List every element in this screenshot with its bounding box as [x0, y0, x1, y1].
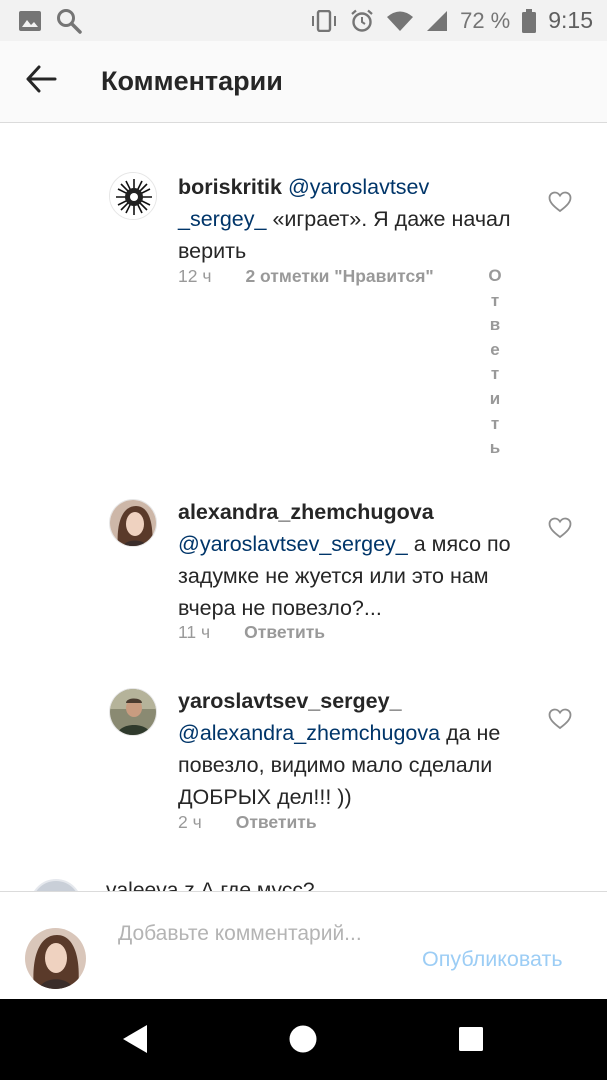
signal-icon	[426, 10, 448, 32]
comment-username[interactable]: yaroslavtsev_sergey_	[178, 689, 402, 713]
comment-meta: 2 ч Ответить	[178, 812, 317, 833]
comment-mention[interactable]: @alexandra_zhemchugova	[178, 721, 440, 745]
status-time: 9:15	[548, 7, 593, 33]
image-icon	[18, 10, 42, 32]
wifi-icon	[386, 10, 414, 32]
comment-time: 12 ч	[178, 266, 212, 286]
search-icon	[56, 8, 82, 34]
avatar[interactable]	[109, 688, 157, 736]
comment-time: 2 ч	[178, 812, 202, 832]
page-title: Комментарии	[101, 66, 283, 96]
status-right: 72 % 9:15	[310, 7, 593, 34]
recents-square-icon[interactable]	[451, 1019, 491, 1059]
comment-mention-cont[interactable]: _sergey_	[178, 207, 266, 231]
comment-username[interactable]: alexandra_zhemchugova	[178, 500, 434, 524]
battery-icon	[522, 8, 537, 33]
home-circle-icon[interactable]	[283, 1019, 323, 1059]
arrow-left-icon	[25, 65, 57, 98]
like-heart-icon[interactable]	[548, 191, 572, 213]
reply-button[interactable]: Ответить	[236, 812, 317, 833]
vibrate-icon	[310, 9, 338, 32]
avatar[interactable]	[109, 499, 157, 547]
back-button[interactable]	[0, 41, 82, 123]
alarm-icon	[350, 9, 374, 33]
reply-button[interactable]: Ответить	[244, 622, 325, 643]
likes-count-link[interactable]: 2 отметки "Нравится"	[245, 266, 433, 287]
post-button[interactable]: Опубликовать	[422, 947, 563, 972]
comment-mention[interactable]: @yaroslavtsev	[288, 175, 429, 199]
comment-text-partial: valeeva.z А где мусс?	[106, 879, 315, 891]
reply-button[interactable]: Ответить	[488, 264, 502, 461]
my-avatar	[25, 928, 86, 989]
status-left	[18, 8, 82, 34]
battery-text: 72 %	[460, 7, 511, 33]
comment-meta: 12 ч 2 отметки "Нравится"	[178, 266, 434, 287]
comment-mention[interactable]: @yaroslavtsev_sergey_	[178, 532, 408, 556]
like-heart-icon[interactable]	[548, 708, 572, 730]
comment-text: alexandra_zhemchugova @yaroslavtsev_serg…	[178, 496, 523, 624]
comment-username[interactable]: boriskritik	[178, 175, 282, 199]
comment-input[interactable]: Добавьте комментарий...	[118, 919, 408, 979]
avatar[interactable]	[30, 879, 82, 891]
comment-text: boriskritik @yaroslavtsev _sergey_ «игра…	[178, 171, 523, 267]
system-nav-bar	[0, 999, 607, 1080]
comment-time: 11 ч	[178, 622, 211, 642]
comment-text: yaroslavtsev_sergey_ @alexandra_zhemchug…	[178, 685, 523, 813]
comment-item-partial: valeeva.z А где мусс?	[0, 875, 607, 891]
status-bar: 72 % 9:15	[0, 0, 607, 41]
back-triangle-icon[interactable]	[115, 1019, 155, 1059]
like-heart-icon[interactable]	[548, 517, 572, 539]
comment-composer: Добавьте комментарий... Опубликовать	[0, 891, 607, 999]
comment-meta: 11 ч Ответить	[178, 622, 325, 643]
avatar[interactable]	[109, 172, 157, 220]
comments-list[interactable]: boriskritik @yaroslavtsev _sergey_ «игра…	[0, 123, 607, 891]
top-bar: Комментарии	[0, 41, 607, 123]
